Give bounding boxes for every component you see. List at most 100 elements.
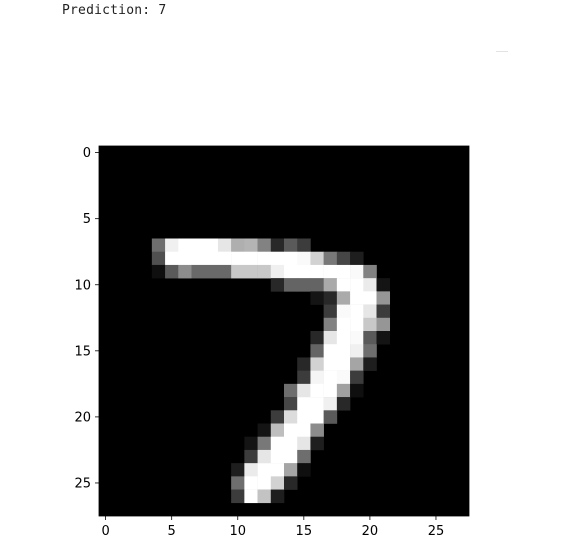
pixel-cell xyxy=(297,436,311,451)
pixel-cell xyxy=(297,238,311,253)
pixel-cell xyxy=(284,397,298,411)
pixel-cell xyxy=(310,436,324,451)
pixel-cell xyxy=(257,238,272,253)
pixel-cell xyxy=(231,489,245,504)
x-tick-label: 0 xyxy=(101,524,109,539)
y-axis: 0 5 10 15 20 25 xyxy=(74,146,99,491)
pixel-cell xyxy=(165,251,179,266)
pixel-cell xyxy=(244,264,258,279)
pixel-cell xyxy=(151,251,166,266)
x-tick-label: 15 xyxy=(296,524,313,539)
pixel-cell xyxy=(376,278,391,292)
pixel-cell xyxy=(297,410,311,424)
pixel-cell xyxy=(297,423,311,438)
pixel-cell xyxy=(284,476,298,490)
pixel-cell xyxy=(363,291,377,305)
pixel-cell xyxy=(284,383,298,398)
y-tick-label: 15 xyxy=(74,344,91,359)
pixel-cell xyxy=(257,449,272,464)
x-axis: 0 5 10 15 20 25 xyxy=(101,516,444,539)
pixel-cell xyxy=(336,264,351,279)
y-tick-label: 20 xyxy=(74,410,91,425)
pixel-cell xyxy=(310,344,324,358)
pixel-cell xyxy=(231,251,245,266)
pixel-cell xyxy=(363,344,377,358)
pixel-cell xyxy=(323,397,338,411)
pixel-cell xyxy=(284,423,298,438)
x-tick-label: 5 xyxy=(168,524,176,539)
pixel-cell xyxy=(178,264,192,279)
pixel-cell xyxy=(297,397,311,411)
pixel-cell xyxy=(284,436,298,451)
pixel-cell xyxy=(336,278,351,292)
pixel-cell xyxy=(376,304,391,319)
pixel-cell xyxy=(270,436,285,451)
pixel-cell xyxy=(310,278,324,292)
pixel-cell xyxy=(244,463,258,477)
pixel-cell xyxy=(297,278,311,292)
pixel-cell xyxy=(257,251,272,266)
pixel-cell xyxy=(336,383,351,398)
pixel-cell xyxy=(310,264,324,279)
pixel-cell xyxy=(350,370,364,385)
pixel-cell xyxy=(336,317,351,332)
pixel-cell xyxy=(270,410,285,424)
pixel-cell xyxy=(270,264,285,279)
pixel-cell xyxy=(257,423,272,438)
pixel-cell xyxy=(297,264,311,279)
pixel-cell xyxy=(350,278,364,292)
pixel-cell xyxy=(270,463,285,477)
pixel-cell xyxy=(336,344,351,358)
pixel-cell xyxy=(297,463,311,477)
pixel-cell xyxy=(310,370,324,385)
pixel-cell xyxy=(284,449,298,464)
y-tick-label: 10 xyxy=(74,278,91,293)
pixel-cell xyxy=(244,251,258,266)
pixel-cell xyxy=(244,449,258,464)
pixel-cell xyxy=(244,238,258,253)
pixel-cell xyxy=(336,357,351,371)
pixel-cell xyxy=(323,251,338,266)
pixel-cell xyxy=(178,238,192,253)
pixel-cell xyxy=(350,383,364,398)
pixel-cell xyxy=(323,278,338,292)
pixel-cell xyxy=(178,251,192,266)
pixel-cell xyxy=(310,423,324,438)
y-tick-label: 5 xyxy=(83,212,91,227)
pixel-cell xyxy=(323,410,338,424)
pixel-cell xyxy=(323,370,338,385)
pixel-cell xyxy=(270,476,285,490)
pixel-cell xyxy=(336,370,351,385)
pixel-cell xyxy=(284,410,298,424)
pixel-cell xyxy=(323,344,338,358)
pixel-cell xyxy=(323,383,338,398)
pixel-cell xyxy=(363,304,377,319)
pixel-cell xyxy=(231,476,245,490)
pixel-cell xyxy=(297,357,311,371)
pixel-cell xyxy=(270,278,285,292)
pixel-cell xyxy=(363,331,377,345)
pixel-cell xyxy=(191,238,206,253)
pixel-cell xyxy=(350,291,364,305)
pixel-cell xyxy=(336,397,351,411)
pixel-cell xyxy=(244,476,258,490)
pixel-cell xyxy=(350,251,364,266)
pixel-cell xyxy=(336,331,351,345)
pixel-cell xyxy=(310,383,324,398)
pixel-cell xyxy=(310,251,324,266)
pixel-cell xyxy=(284,264,298,279)
y-tick-label: 0 xyxy=(83,146,91,161)
pixel-cell xyxy=(376,317,391,332)
pixel-cell xyxy=(257,264,272,279)
pixel-cell xyxy=(376,291,391,305)
pixel-cell xyxy=(350,317,364,332)
pixel-cell xyxy=(151,264,166,279)
pixel-cell xyxy=(350,357,364,371)
pixel-cell xyxy=(270,449,285,464)
x-tick-label: 25 xyxy=(428,524,445,539)
pixel-cell xyxy=(336,291,351,305)
pixel-cell xyxy=(323,264,338,279)
pixel-cell xyxy=(363,317,377,332)
pixel-cell xyxy=(350,344,364,358)
pixel-cell xyxy=(336,304,351,319)
